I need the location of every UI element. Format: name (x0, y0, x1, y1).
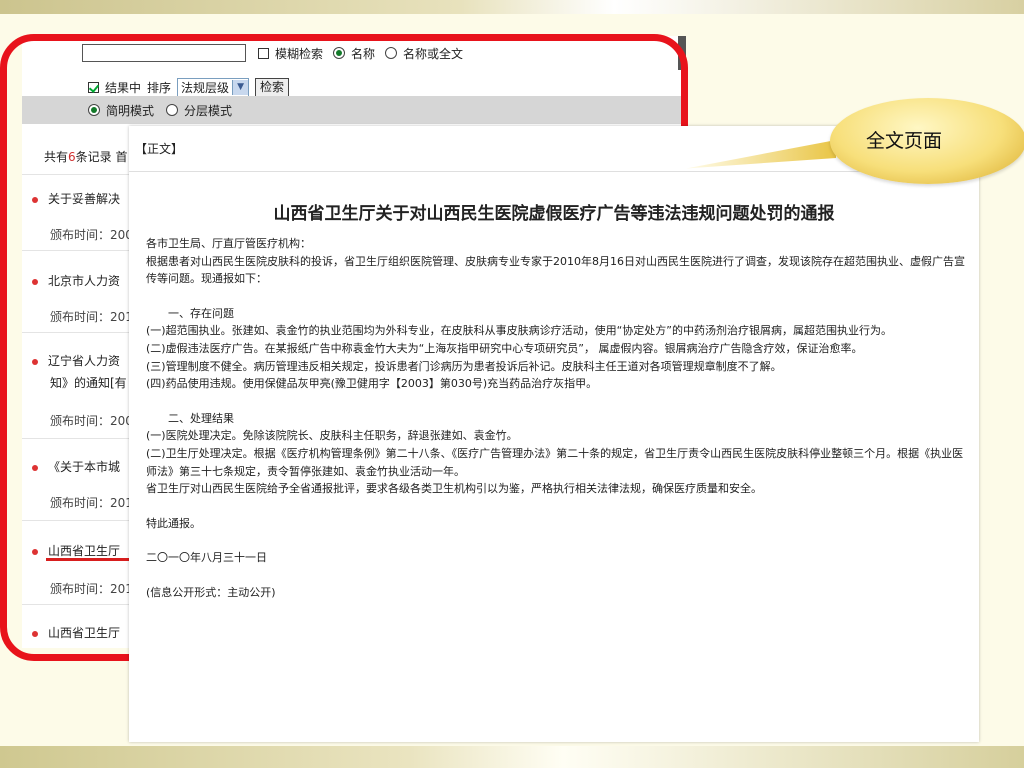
scrollbar[interactable] (678, 36, 686, 70)
article-paragraph: 二〇一〇年八月三十一日 (146, 551, 267, 565)
list-item[interactable]: 关于妥善解决 (32, 190, 120, 207)
sort-select-value: 法规层级 (181, 81, 230, 95)
item-title[interactable]: 关于妥善解决 (48, 192, 120, 206)
search-bar: 模糊检索 名称 名称或全文 (82, 44, 463, 62)
article-paragraph: 特此通报。 (146, 516, 201, 530)
search-options: 结果中 排序 法规层级 ▼ 检索 (88, 78, 290, 97)
search-input[interactable] (82, 44, 246, 62)
item-date: 颁布时间：201 (50, 496, 133, 510)
list-item[interactable]: 辽宁省人力资 (32, 352, 120, 369)
simple-mode-label: 简明模式 (106, 103, 155, 118)
bullet-icon (32, 278, 38, 285)
item-date: 颁布时间：200 (50, 228, 133, 242)
in-results-checkbox[interactable] (88, 82, 99, 93)
bottom-decor-band (0, 746, 1024, 768)
list-item[interactable]: 山西省卫生厅 (32, 542, 120, 559)
display-mode-bar: 简明模式 分层模式 (22, 96, 686, 124)
article-paragraph: 一、存在问题 (146, 306, 234, 320)
item-title[interactable]: 山西省卫生厅 (48, 544, 120, 558)
article-paragraph: 根据患者对山西民生医院皮肤科的投诉，省卫生厅组织医院管理、皮肤病专业专家于201… (146, 254, 965, 286)
article-paragraph: (三)管理制度不健全。病历管理违反相关规定，投诉患者门诊病历为患者投诉后补记。皮… (146, 359, 782, 373)
simple-mode-radio[interactable] (88, 104, 100, 116)
item-date: 颁布时间：201 (50, 310, 133, 324)
top-decor-band (0, 0, 1024, 14)
result-count: 共有6条记录 首 (44, 148, 127, 165)
bullet-icon (32, 358, 38, 365)
fuzzy-search-label: 模糊检索 (275, 46, 324, 61)
layered-mode-radio[interactable] (166, 104, 179, 116)
list-item-line2[interactable]: 知》的通知[有 (50, 374, 127, 391)
fulltext-window: 【正文】 山西省卫生厅关于对山西民生医院虚假医疗广告等违法违规问题处罚的通报 各… (129, 126, 979, 742)
article-paragraph: (四)药品使用违规。使用保健品灰甲亮(豫卫健用字【2003】第030号)充当药品… (146, 377, 598, 391)
article-paragraph: (一)医院处理决定。免除该院院长、皮肤科主任职务，辞退张建如、袁金竹。 (146, 429, 518, 443)
name-fulltext-radio-label: 名称或全文 (403, 46, 464, 61)
list-item[interactable]: 北京市人力资 (32, 272, 120, 289)
article-paragraph: 各市卫生局、厅直厅管医疗机构： (146, 237, 311, 250)
article-title: 山西省卫生厅关于对山西民生医院虚假医疗广告等违法违规问题处罚的通报 (273, 204, 835, 224)
item-title[interactable]: 北京市人力资 (48, 274, 120, 288)
sort-select[interactable]: 法规层级 ▼ (177, 78, 250, 97)
list-item[interactable]: 《关于本市城 (32, 458, 120, 475)
bullet-icon (32, 630, 38, 637)
bullet-icon (32, 464, 38, 471)
layered-mode-label: 分层模式 (184, 103, 233, 118)
count-suffix: 条记录 首 (75, 150, 128, 164)
list-item[interactable]: 山西省卫生厅 (32, 624, 120, 641)
chevron-down-icon[interactable]: ▼ (232, 80, 249, 95)
name-radio[interactable] (333, 47, 346, 59)
item-title[interactable]: 《关于本市城 (48, 460, 120, 474)
count-prefix: 共有 (44, 150, 69, 164)
article-paragraph: 省卫生厅对山西民生医院给予全省通报批评，要求各级各类卫生机构引以为鉴，严格执行相… (146, 482, 762, 496)
item-title[interactable]: 辽宁省人力资 (48, 354, 120, 368)
bullet-icon (32, 548, 38, 555)
article-paragraph: (二)卫生厅处理决定。根据《医疗机构管理条例》第二十八条、《医疗广告管理办法》第… (146, 446, 964, 478)
name-radio-label: 名称 (351, 46, 376, 61)
article-body: 各市卫生局、厅直厅管医疗机构： 根据患者对山西民生医院皮肤科的投诉，省卫生厅组织医… (146, 235, 966, 602)
article-paragraph: (二)虚假违法医疗广告。在某报纸广告中称袁金竹大夫为“上海灰指甲研究中心专项研究… (146, 341, 863, 355)
item-title[interactable]: 山西省卫生厅 (48, 626, 120, 640)
count-number: 6 (68, 150, 76, 164)
article-paragraph: (信息公开形式：主动公开) (146, 585, 276, 599)
search-button[interactable]: 检索 (255, 78, 290, 97)
item-date: 颁布时间：201 (50, 582, 133, 596)
fuzzy-search-checkbox[interactable] (258, 47, 269, 59)
callout-label: 全文页面 (866, 130, 943, 152)
name-fulltext-radio[interactable] (385, 47, 398, 59)
bullet-icon (32, 196, 38, 203)
in-results-label: 结果中 (105, 81, 142, 95)
article-paragraph: 二、处理结果 (146, 411, 234, 425)
item-date: 颁布时间：200 (50, 414, 133, 428)
article-paragraph: (一)超范围执业。张建如、袁金竹的执业范围均为外科专业，在皮肤科从事皮肤病诊疗活… (146, 324, 892, 338)
sort-label: 排序 (147, 81, 172, 95)
